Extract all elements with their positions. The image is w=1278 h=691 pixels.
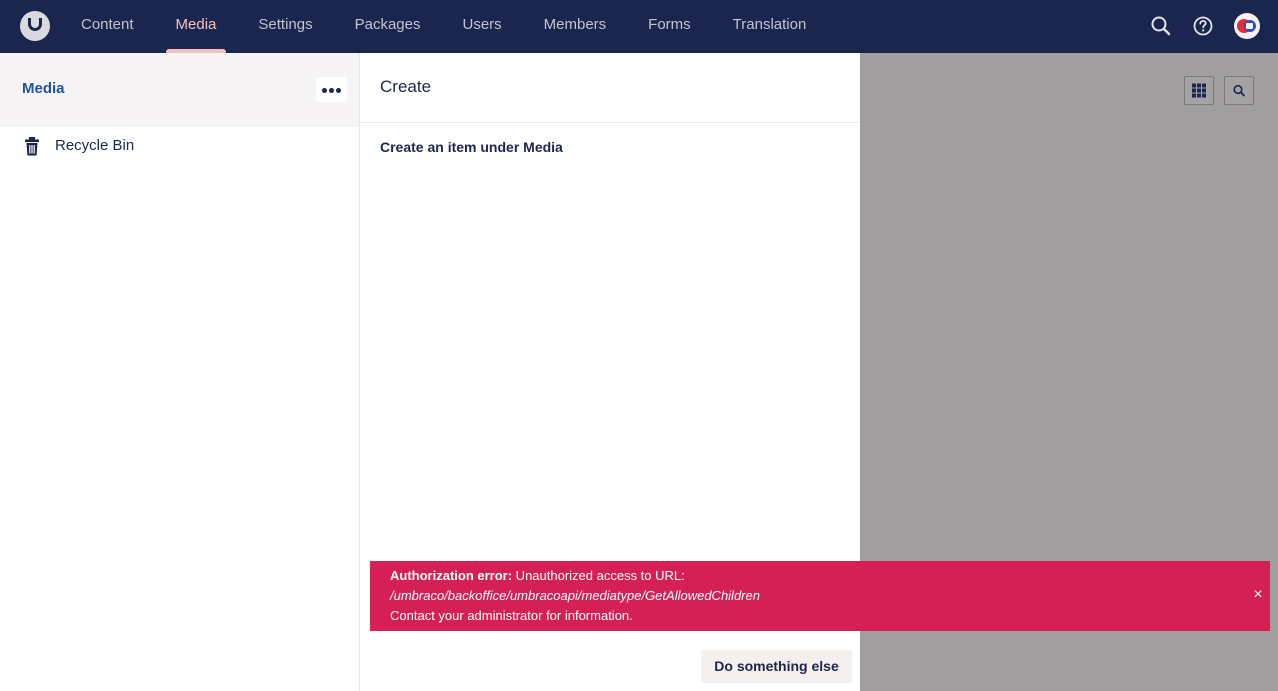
error-heading: Authorization error:	[390, 568, 513, 583]
do-something-else-button[interactable]: Do something else	[701, 650, 852, 683]
user-avatar[interactable]	[1234, 13, 1260, 39]
error-message: Unauthorized access to URL:	[512, 568, 685, 583]
nav-packages[interactable]: Packages	[355, 0, 421, 53]
nav-forms[interactable]: Forms	[648, 0, 691, 53]
tree-root-title[interactable]: Media	[22, 80, 65, 97]
ellipsis-icon[interactable]	[316, 77, 347, 102]
nav-content[interactable]: Content	[81, 0, 134, 53]
trash-icon	[25, 137, 39, 156]
error-url: /umbraco/backoffice/umbracoapi/mediatype…	[390, 588, 760, 603]
dialog-title: Create	[380, 77, 432, 96]
tree-item-recycle-bin[interactable]: Recycle Bin	[0, 129, 359, 163]
close-icon[interactable]: ×	[1251, 586, 1265, 604]
top-bar: Content Media Settings Packages Users Me…	[0, 0, 1278, 53]
nav-settings[interactable]: Settings	[258, 0, 312, 53]
nav-users[interactable]: Users	[462, 0, 501, 53]
nav-translation[interactable]: Translation	[733, 0, 807, 53]
nav-media[interactable]: Media	[165, 0, 227, 53]
help-icon[interactable]	[1191, 14, 1215, 38]
error-footer: Contact your administrator for informati…	[390, 608, 633, 623]
error-line-1: Authorization error: Unauthorized access…	[390, 568, 685, 583]
media-tree: Media Recycle Bin	[0, 53, 360, 691]
error-notification: Authorization error: Unauthorized access…	[370, 561, 1270, 631]
section-nav: Content Media Settings Packages Users Me…	[60, 0, 806, 53]
search-icon[interactable]	[1224, 76, 1254, 105]
dialog-subtitle: Create an item under Media	[380, 139, 563, 155]
nav-members[interactable]: Members	[544, 0, 607, 53]
umbraco-logo-icon[interactable]	[20, 11, 50, 41]
tree-item-label: Recycle Bin	[55, 137, 135, 154]
dialog-header: Create	[360, 53, 860, 123]
tree-header: Media	[0, 53, 359, 127]
search-icon[interactable]	[1149, 14, 1173, 38]
grid-view-icon[interactable]	[1184, 76, 1214, 105]
